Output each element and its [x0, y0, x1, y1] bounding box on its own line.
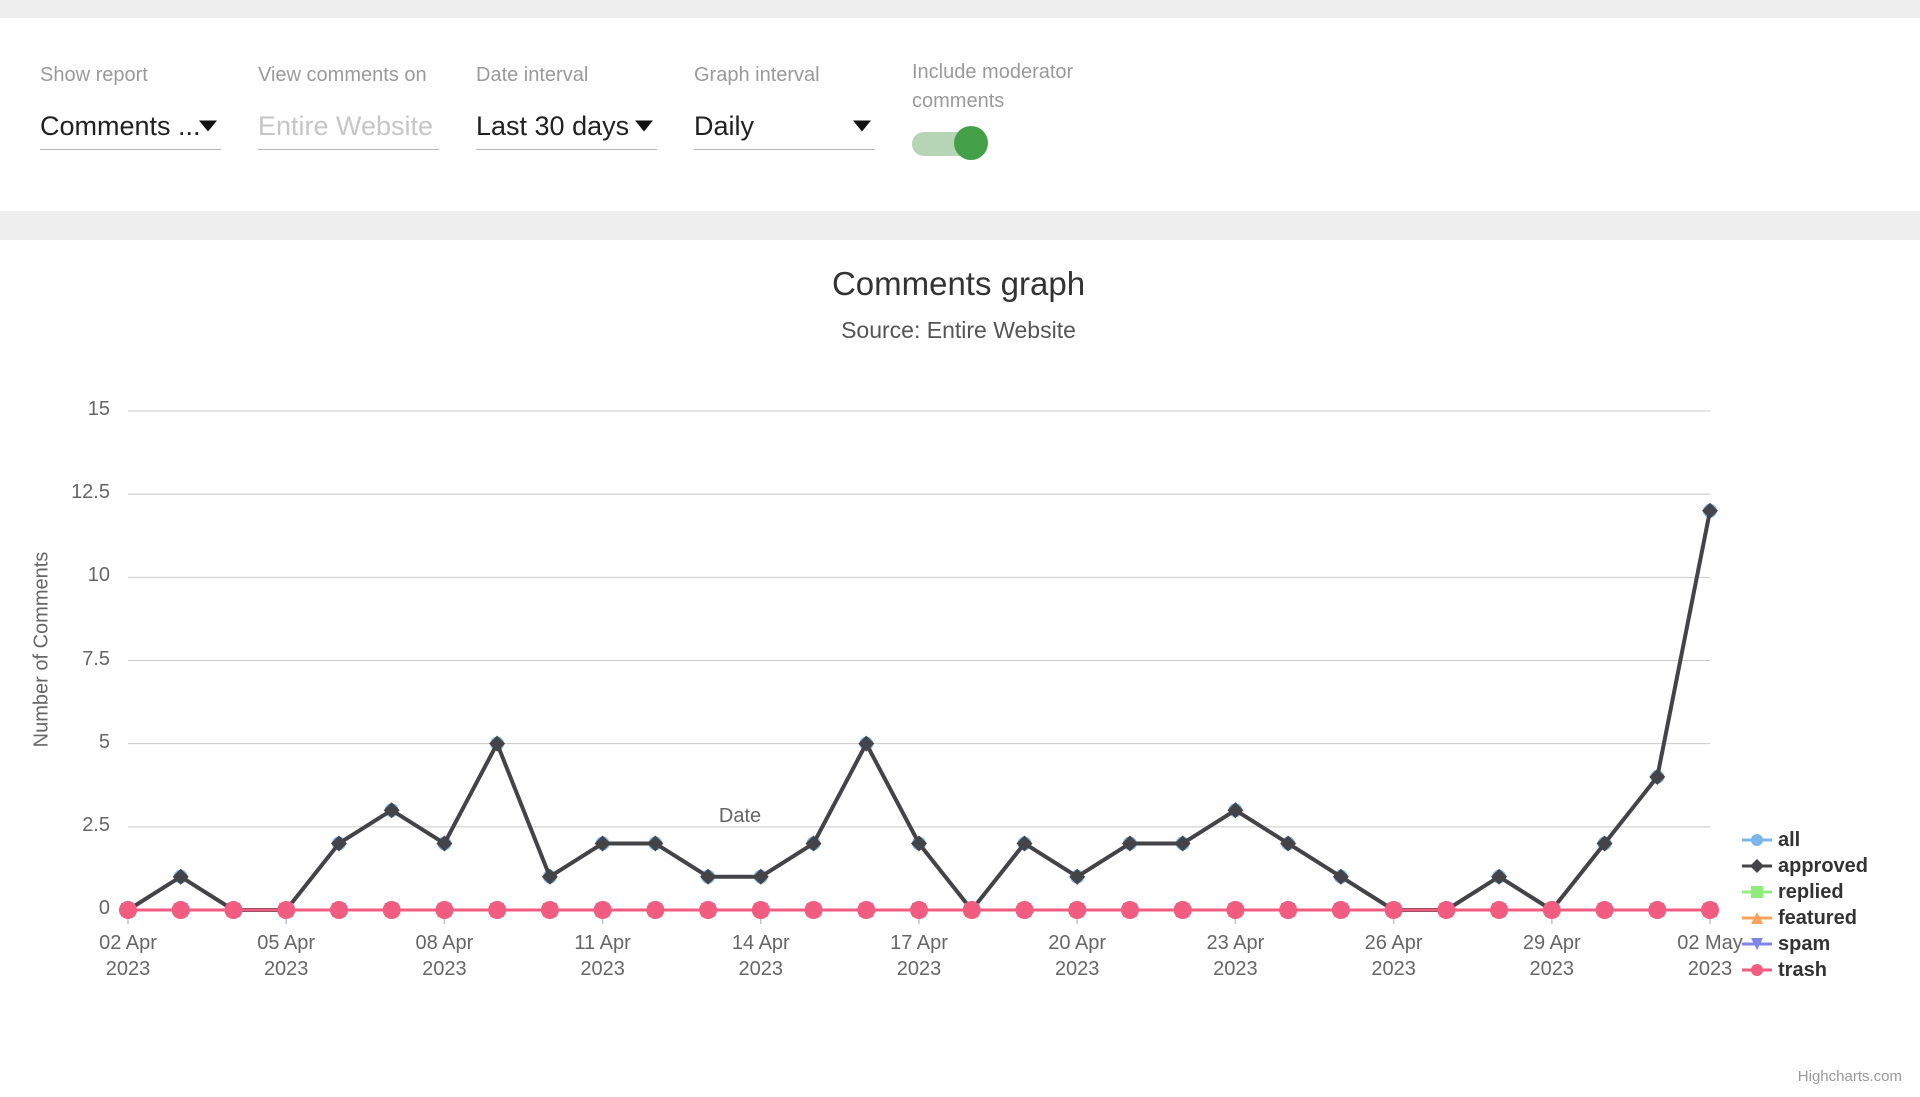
show-report-value: Comments ...: [40, 110, 201, 141]
x-tick-label: 23 Apr 2023: [1206, 932, 1265, 980]
y-tick-label: 5: [98, 730, 110, 753]
y-tick-label: 15: [87, 398, 110, 420]
y-tick-label: 10: [87, 564, 110, 587]
chart-legend: all approved replied featured spam trash: [1740, 827, 1868, 983]
filter-include-moderator: Include moderator comments: [912, 58, 1122, 160]
show-report-label: Show report: [40, 64, 148, 86]
chevron-down-icon: [635, 120, 653, 132]
show-report-select[interactable]: Comments ...: [40, 103, 221, 150]
legend-label: approved: [1778, 854, 1869, 877]
x-tick-label: 14 Apr 2023: [731, 932, 790, 980]
view-comments-on-placeholder: Entire Website: [258, 110, 434, 141]
chevron-down-icon: [199, 120, 217, 132]
legend-label: all: [1778, 828, 1801, 851]
date-interval-select[interactable]: Last 30 days: [476, 103, 657, 150]
legend-item-featured[interactable]: featured: [1740, 905, 1868, 931]
include-moderator-label: Include moderator comments: [912, 61, 1074, 112]
legend-item-replied[interactable]: replied: [1740, 879, 1868, 905]
include-moderator-toggle[interactable]: [912, 126, 988, 160]
chart-credits: Highcharts.com: [1797, 1068, 1902, 1085]
top-strip: [0, 0, 1920, 18]
graph-interval-label: Graph interval: [694, 64, 820, 86]
filter-date-interval: Date interval Last 30 days: [476, 58, 657, 150]
legend-label: featured: [1778, 906, 1857, 929]
view-comments-on-input[interactable]: Entire Website: [258, 103, 439, 150]
legend-label: spam: [1778, 932, 1831, 955]
x-tick-label: 05 Apr 2023: [257, 932, 316, 980]
filter-bar: Show report Comments ... View comments o…: [0, 18, 1920, 211]
y-tick-label: 7.5: [82, 647, 110, 670]
comments-report-page: Show report Comments ... View comments o…: [0, 0, 1920, 1097]
filter-graph-interval: Graph interval Daily: [694, 58, 875, 150]
divider-strip: [0, 211, 1920, 240]
comments-chart: Comments graph Source: Entire Website Nu…: [0, 240, 1920, 1097]
legend-marker-square-icon: [1740, 883, 1774, 901]
y-tick-label: 2.5: [82, 813, 110, 836]
x-tick-label: 11 Apr 2023: [574, 932, 631, 980]
x-tick-label: 26 Apr 2023: [1364, 932, 1423, 980]
graph-interval-value: Daily: [694, 110, 755, 141]
legend-item-spam[interactable]: spam: [1740, 931, 1868, 957]
date-interval-label: Date interval: [476, 64, 589, 86]
legend-item-all[interactable]: all: [1740, 827, 1868, 853]
filter-view-comments-on: View comments on Entire Website: [258, 58, 439, 150]
y-tick-label: 0: [98, 897, 110, 919]
chevron-down-icon: [853, 120, 871, 132]
graph-interval-select[interactable]: Daily: [694, 103, 875, 150]
filter-show-report: Show report Comments ...: [40, 58, 221, 150]
legend-item-trash[interactable]: trash: [1740, 957, 1868, 983]
legend-marker-circle-icon: [1740, 831, 1774, 849]
date-interval-value: Last 30 days: [476, 110, 630, 141]
x-tick-label: 29 Apr 2023: [1522, 932, 1581, 980]
legend-marker-triangle-icon: [1740, 909, 1774, 927]
legend-marker-triangle-down-icon: [1740, 935, 1774, 953]
legend-marker-circle-icon: [1740, 961, 1774, 979]
x-tick-label: 20 Apr 2023: [1048, 932, 1107, 980]
legend-marker-diamond-icon: [1740, 857, 1774, 875]
view-comments-on-label: View comments on: [258, 64, 427, 86]
legend-item-approved[interactable]: approved: [1740, 853, 1868, 879]
y-tick-label: 12.5: [71, 481, 110, 504]
x-tick-label: 02 Apr 2023: [99, 932, 157, 980]
toggle-knob: [954, 126, 988, 160]
x-tick-label: 17 Apr 2023: [890, 932, 948, 980]
legend-label: replied: [1778, 880, 1844, 903]
x-tick-label: 08 Apr 2023: [415, 932, 474, 980]
legend-label: trash: [1778, 958, 1827, 981]
x-axis-label: Date: [718, 805, 762, 827]
